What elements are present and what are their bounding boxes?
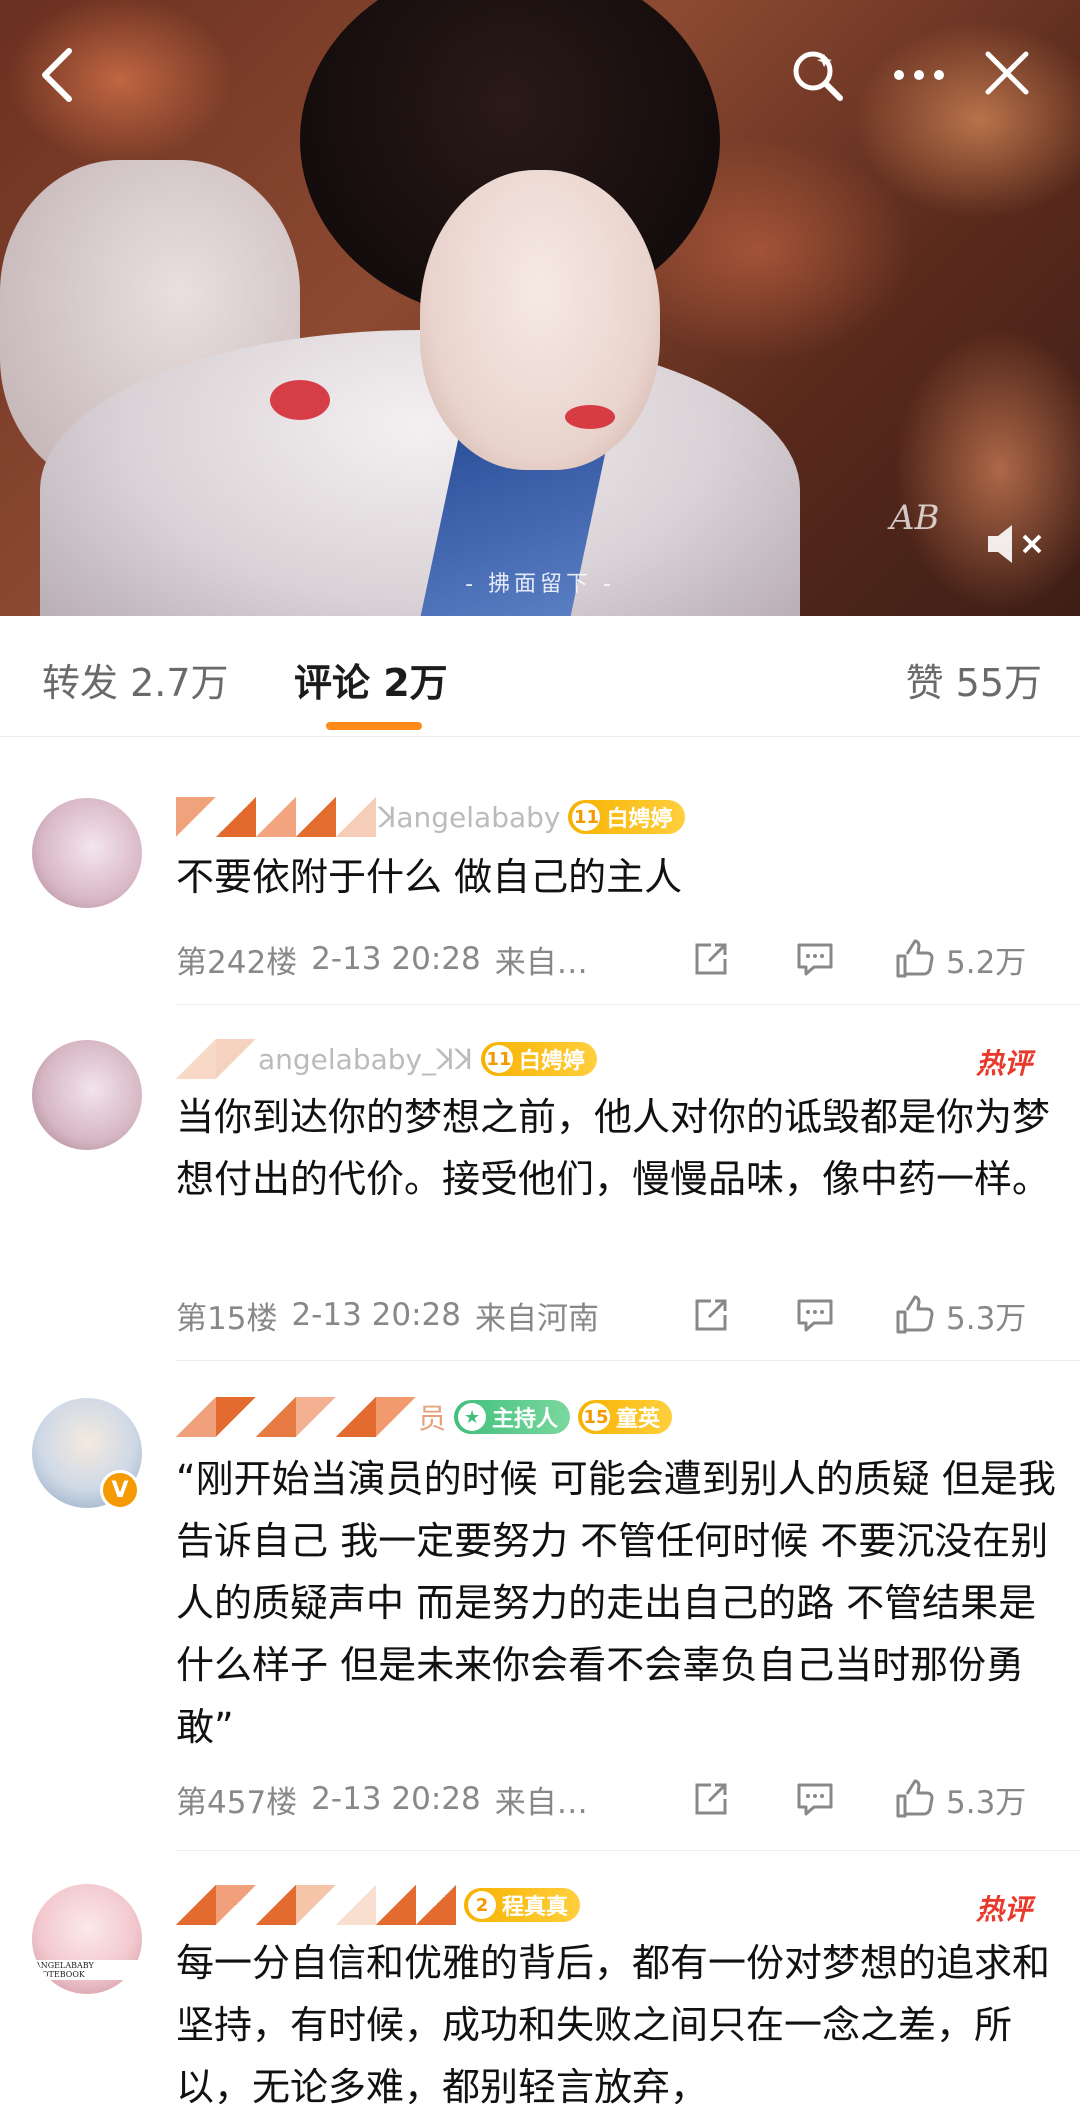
username-mosaic (176, 1397, 416, 1437)
avatar[interactable]: ANGELABABY NOTEBOOK (32, 1884, 142, 1994)
username-row: angelababy_ꓘꓘ 11 白娉婷 (176, 1036, 597, 1082)
comment-floor: 第457楼 (176, 1784, 298, 1821)
tab-comment[interactable]: 评论 2万 (294, 652, 448, 707)
comment-meta: 第457楼 2-13 20:28 来自… 5.3万 (176, 1774, 1056, 1824)
comment-time: 2-13 20:28 (311, 941, 481, 977)
like-button[interactable]: 5.3万 (894, 1290, 1026, 1340)
fan-badge-label: 程真真 (502, 1895, 569, 1920)
comment-item: ꓘangelababy 11 白娉婷 不要依附于什么 做自己的主人 第242楼 … (0, 736, 1080, 1004)
video-frame-red-lips (565, 405, 615, 429)
comment-item: V 员 ★ 主持人 15 童英 “刚开始当演员的时候 可能会遭到别人的质疑 但是… (0, 1360, 1080, 1850)
fan-badge-level: 2 (468, 1891, 496, 1919)
username[interactable]: ꓘangelababy (378, 801, 560, 834)
comment-text: “刚开始当演员的时候 可能会遭到别人的质疑 但是我告诉自己 我一定要努力 不管任… (176, 1457, 1056, 1749)
like-count: 5.2万 (946, 944, 1027, 981)
like-count: 5.3万 (946, 1300, 1027, 1337)
reply-icon[interactable] (790, 1774, 840, 1824)
verified-icon: V (100, 1470, 140, 1510)
reply-icon[interactable] (790, 934, 840, 984)
like-button[interactable]: 5.3万 (894, 1774, 1026, 1824)
fan-badge-level: 11 (484, 1045, 513, 1073)
tab-like[interactable]: 赞 55万 (906, 652, 1042, 707)
username[interactable]: angelababy_ꓘꓘ (258, 1043, 473, 1076)
thumbs-up-icon (896, 1295, 934, 1334)
username[interactable]: 员 (418, 1397, 446, 1437)
host-badge-icon: ★ (458, 1403, 487, 1431)
share-icon[interactable] (686, 1774, 736, 1824)
close-icon[interactable] (970, 36, 1044, 110)
username-mosaic (176, 797, 376, 837)
host-badge-label: 主持人 (492, 1407, 559, 1432)
like-count: 5.3万 (946, 1784, 1027, 1821)
video-subtitle: - 拂面留下 - (465, 572, 615, 597)
like-button[interactable]: 5.2万 (894, 934, 1026, 984)
comment-time: 2-13 20:28 (311, 1781, 481, 1817)
host-badge[interactable]: ★ 主持人 (454, 1400, 571, 1434)
comment-location: 来自… (494, 944, 588, 981)
comment-text: 每一分自信和优雅的背后，都有一份对梦想的追求和坚持，有时候，成功和失败之间只在一… (176, 1941, 1051, 2109)
tab-repost[interactable]: 转发 2.7万 (42, 652, 229, 707)
fan-badge[interactable]: 2 程真真 (464, 1888, 581, 1922)
search-icon[interactable] (782, 40, 852, 110)
fan-badge-level: 15 (582, 1403, 611, 1431)
fan-badge[interactable]: 11 白娉婷 (568, 800, 685, 834)
comment-location: 来自… (494, 1784, 588, 1821)
fan-badge[interactable]: 15 童英 (578, 1400, 673, 1434)
fan-badge[interactable]: 11 白娉婷 (480, 1042, 597, 1076)
comment-floor: 第242楼 (176, 944, 298, 981)
hot-comment-tag: 热评 (975, 1047, 1032, 1080)
fan-badge-label: 白娉婷 (518, 1049, 585, 1074)
video-watermark: AB (890, 498, 940, 538)
avatar-caption: ANGELABABY NOTEBOOK (32, 1960, 142, 1980)
fan-badge-level: 11 (572, 803, 601, 831)
fan-badge-label: 童英 (616, 1407, 661, 1432)
username-mosaic (176, 1885, 456, 1925)
comment-text: 当你到达你的梦想之前，他人对你的诋毁都是你为梦想付出的代价。接受他们，慢慢品味，… (176, 1095, 1051, 1201)
video-frame-face (420, 170, 660, 470)
avatar[interactable] (32, 798, 142, 908)
comment-item: ANGELABABY NOTEBOOK 2 程真真 热评 每一分自信和优雅的背后… (0, 1850, 1080, 2109)
fan-badge-label: 白娉婷 (606, 807, 673, 832)
comment-meta: 第15楼 2-13 20:28 来自河南 5.3万 (176, 1290, 1056, 1340)
avatar[interactable] (32, 1040, 142, 1150)
comment-time: 2-13 20:28 (291, 1297, 461, 1333)
back-button[interactable] (22, 40, 92, 110)
more-icon[interactable] (884, 40, 954, 110)
tab-active-indicator (326, 722, 422, 730)
comment-floor: 第15楼 (176, 1300, 278, 1337)
thumbs-up-icon (896, 939, 934, 978)
comment-item: angelababy_ꓘꓘ 11 白娉婷 热评 当你到达你的梦想之前，他人对你的… (0, 1004, 1080, 1360)
comment-text: 不要依附于什么 做自己的主人 (176, 855, 683, 899)
hot-comment-tag: 热评 (975, 1893, 1032, 1926)
video-frame-red-flower (270, 380, 330, 420)
username-row: 员 ★ 主持人 15 童英 (176, 1394, 673, 1440)
username-row: 2 程真真 (176, 1882, 581, 1928)
username-mosaic (176, 1039, 256, 1079)
share-icon[interactable] (686, 934, 736, 984)
video-player[interactable]: AB - 拂面留下 - (0, 0, 1080, 616)
comment-location: 来自河南 (475, 1300, 599, 1337)
comment-meta: 第242楼 2-13 20:28 来自… 5.2万 (176, 934, 1056, 984)
share-icon[interactable] (686, 1290, 736, 1340)
username-row: ꓘangelababy 11 白娉婷 (176, 794, 685, 840)
thumbs-up-icon (896, 1779, 934, 1818)
mute-icon[interactable] (980, 516, 1050, 572)
reply-icon[interactable] (790, 1290, 840, 1340)
tab-bar: 转发 2.7万 评论 2万 赞 55万 (0, 616, 1080, 737)
